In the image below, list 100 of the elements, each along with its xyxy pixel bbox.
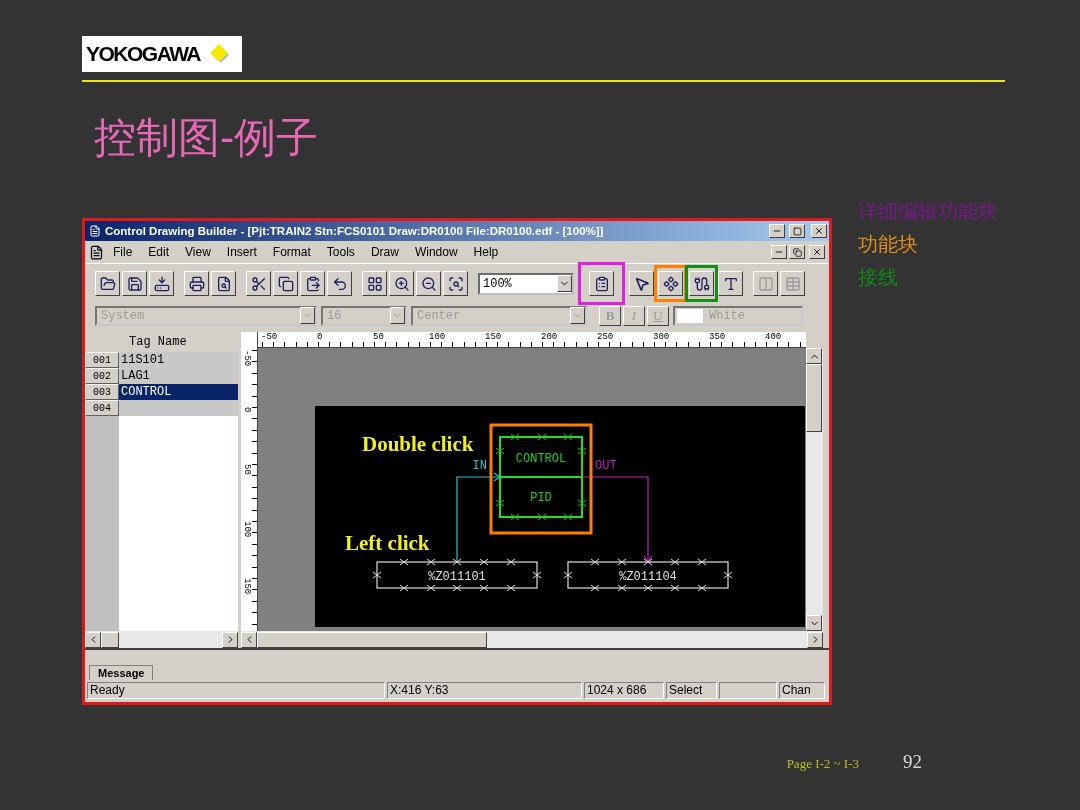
table-icon [784, 275, 801, 292]
scroll-down-icon[interactable] [806, 615, 822, 631]
block-icon [662, 275, 679, 292]
tag-name-cell[interactable]: CONTROL [119, 384, 238, 400]
ruler-label: 350 [709, 332, 726, 342]
scroll-left-icon[interactable] [241, 631, 257, 648]
status-pane: Select [666, 682, 717, 699]
horizontal-scrollbar[interactable] [85, 631, 238, 648]
minimize-button[interactable] [769, 224, 785, 238]
clipboard-icon [304, 275, 321, 292]
zoom-field[interactable]: 100% [478, 272, 574, 295]
menu-item[interactable]: Insert [219, 243, 264, 261]
maximize-icon [792, 226, 802, 236]
zoom-fit-button[interactable] [443, 271, 468, 296]
scroll-right-icon[interactable] [807, 631, 823, 648]
file-search-icon [215, 275, 232, 292]
preview-button[interactable] [211, 271, 236, 296]
tag-name-cell[interactable]: 11S101 [119, 352, 238, 368]
horizontal-scrollbar[interactable] [241, 631, 823, 648]
menu-item[interactable]: Edit [141, 243, 177, 261]
save-icon [126, 275, 143, 292]
zoom-in-button[interactable] [389, 271, 414, 296]
detail-edit-button[interactable] [589, 271, 614, 296]
left-click-label: Left click [345, 531, 430, 555]
open-button[interactable] [95, 271, 120, 296]
minimize-button[interactable] [771, 245, 787, 259]
terminal-label: %Z011101 [428, 570, 486, 584]
row-number: 004 [85, 400, 119, 416]
message-tab[interactable]: Message [89, 665, 154, 680]
logo-text: YOKOGAWA [86, 42, 200, 66]
wire-button[interactable] [689, 271, 714, 296]
ruler-label: 300 [653, 332, 670, 342]
print-button[interactable] [184, 271, 209, 296]
restore-button[interactable] [789, 245, 805, 259]
menu-item[interactable]: Draw [363, 243, 406, 261]
page-reference: Page I-2 ~ I-3 [786, 756, 859, 772]
close-icon [812, 247, 822, 257]
ruler-label: 100 [429, 332, 446, 342]
menu-item[interactable]: Format [265, 243, 318, 261]
folder-icon [99, 275, 116, 292]
scroll-thumb[interactable] [257, 631, 487, 648]
row-number: 001 [85, 352, 119, 368]
ruler-label: 100 [242, 521, 252, 538]
row-number: 002 [85, 368, 119, 384]
double-click-label: Double click [362, 432, 474, 456]
copy-icon [277, 275, 294, 292]
row-number: 003 [85, 384, 119, 400]
input-label: IN [472, 459, 487, 473]
zoom-out-button[interactable] [416, 271, 441, 296]
text-icon [722, 275, 739, 292]
menu-item[interactable]: Window [407, 243, 465, 261]
menu-item[interactable]: Tools [319, 243, 362, 261]
close-button[interactable] [811, 224, 827, 238]
undo-button[interactable] [327, 271, 352, 296]
dropdown-icon[interactable] [570, 307, 585, 324]
output-label: OUT [595, 459, 617, 473]
status-pane: Chan [779, 682, 825, 699]
select-button[interactable] [629, 271, 654, 296]
cut-button[interactable] [246, 271, 271, 296]
ruler-label: 150 [242, 578, 252, 595]
app-icon [89, 225, 101, 237]
dropdown-icon[interactable] [390, 307, 405, 324]
page-number: 92 [903, 751, 922, 773]
scroll-thumb[interactable] [806, 364, 822, 432]
ruler-label: 200 [541, 332, 558, 342]
paste-button[interactable] [300, 271, 325, 296]
close-icon [814, 226, 824, 236]
diamond-icon [208, 42, 232, 66]
grid-button[interactable] [362, 271, 387, 296]
copy-button[interactable] [273, 271, 298, 296]
menu-item[interactable]: Help [466, 243, 506, 261]
legend-text: 详细编辑功能块 [858, 198, 998, 225]
status-pane: 1024 x 686 [584, 682, 664, 699]
scroll-right-icon[interactable] [222, 631, 238, 648]
status-pane: Ready [87, 682, 385, 699]
scissors-icon [250, 275, 267, 292]
maximize-button[interactable] [789, 224, 805, 238]
dropdown-icon[interactable] [557, 275, 572, 292]
ruler-label: 50 [242, 464, 252, 475]
scroll-up-icon[interactable] [806, 348, 822, 364]
ruler-label: 0 [317, 332, 323, 342]
save-all-button[interactable] [149, 271, 174, 296]
ruler-label: -50 [261, 332, 278, 342]
undo-icon [331, 275, 348, 292]
menu-item[interactable]: File [106, 243, 140, 261]
save-button[interactable] [122, 271, 147, 296]
menu-item[interactable]: View [178, 243, 218, 261]
zoom-in-icon [393, 275, 410, 292]
close-button[interactable] [809, 245, 825, 259]
ruler-label: 250 [597, 332, 614, 342]
clipboard-list-icon [593, 275, 610, 292]
vertical-scrollbar[interactable] [806, 348, 823, 631]
text-button[interactable] [718, 271, 743, 296]
scroll-left-icon[interactable] [85, 631, 101, 648]
tag-name-cell[interactable]: LAG1 [119, 368, 238, 384]
function-block-button[interactable] [658, 271, 683, 296]
document-icon [89, 244, 104, 260]
scroll-thumb[interactable] [101, 631, 119, 648]
column-header: Tag Name [128, 334, 188, 351]
status-pane [719, 682, 777, 699]
